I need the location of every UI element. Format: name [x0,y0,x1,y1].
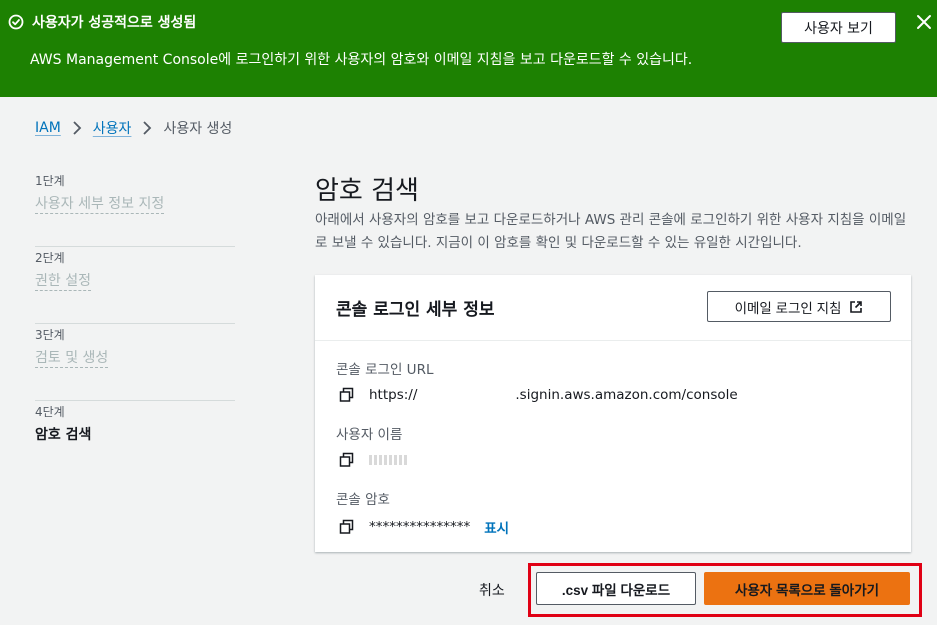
download-csv-button[interactable]: .csv 파일 다운로드 [536,572,696,605]
check-circle-icon [8,14,24,30]
breadcrumb-users[interactable]: 사용자 [93,118,132,138]
field-label: 사용자 이름 [336,427,403,443]
wizard-steps: 1단계 사용자 세부 정보 지정 2단계 권한 설정 3단계 검토 및 생성 4… [35,170,235,478]
step-label[interactable]: 사용자 세부 정보 지정 [35,195,165,214]
breadcrumb: IAM 사용자 사용자 생성 [35,118,232,138]
field-label: 콘솔 암호 [336,492,390,508]
step-number: 4단계 [35,405,65,419]
step-number: 3단계 [35,328,65,342]
step-label-current: 암호 검색 [35,427,92,443]
return-to-users-button[interactable]: 사용자 목록으로 돌아가기 [704,572,910,605]
step-number: 2단계 [35,251,65,265]
password-masked: *************** [369,519,471,535]
field-value [336,452,409,468]
field-value: *************** 표시 [336,517,509,537]
breadcrumb-iam[interactable]: IAM [35,120,61,136]
page-description: 아래에서 사용자의 암호를 보고 다운로드하거나 AWS 관리 콘솔에 로그인하… [315,212,907,251]
step-4: 4단계 암호 검색 [35,403,235,478]
close-icon[interactable] [915,13,933,31]
cancel-button[interactable]: 취소 [479,580,505,600]
banner-message: AWS Management Console에 로그인하기 위한 사용자의 암호… [30,52,693,68]
redacted-username [369,455,409,465]
copy-icon[interactable] [339,387,355,403]
external-link-icon [850,300,863,313]
view-user-button[interactable]: 사용자 보기 [781,12,896,43]
chevron-right-icon [73,121,82,135]
console-login-details-card: 콘솔 로그인 세부 정보 이메일 로그인 지침 콘솔 로그인 URL https… [315,275,911,552]
field-value: https:// .signin.aws.amazon.com/console [336,387,738,403]
banner-title-row: 사용자가 성공적으로 생성됨 [8,12,196,32]
show-password-link[interactable]: 표시 [484,517,509,537]
email-instructions-label: 이메일 로그인 지침 [734,300,842,316]
step-label[interactable]: 검토 및 생성 [35,349,109,368]
step-number: 1단계 [35,174,65,188]
console-url-field: 콘솔 로그인 URL https:// .signin.aws.amazon.c… [336,358,738,403]
url-suffix: .signin.aws.amazon.com/console [515,387,738,403]
step-label[interactable]: 권한 설정 [35,272,91,291]
username-field: 사용자 이름 [336,423,409,468]
step-2: 2단계 권한 설정 [35,249,235,324]
page-title: 암호 검색 [315,176,419,206]
chevron-right-icon [143,121,152,135]
url-prefix: https:// [369,387,418,403]
card-title: 콘솔 로그인 세부 정보 [336,300,495,320]
success-banner: 사용자가 성공적으로 생성됨 AWS Management Console에 로… [0,0,937,97]
step-3: 3단계 검토 및 생성 [35,326,235,401]
copy-icon[interactable] [339,452,355,468]
email-instructions-button[interactable]: 이메일 로그인 지침 [707,291,891,322]
field-label: 콘솔 로그인 URL [336,362,434,378]
step-1: 1단계 사용자 세부 정보 지정 [35,172,235,247]
banner-title: 사용자가 성공적으로 생성됨 [32,15,197,31]
breadcrumb-current: 사용자 생성 [163,121,233,137]
copy-icon[interactable] [339,519,355,535]
password-field: 콘솔 암호 *************** 표시 [336,488,509,537]
card-header: 콘솔 로그인 세부 정보 이메일 로그인 지침 [315,275,911,341]
